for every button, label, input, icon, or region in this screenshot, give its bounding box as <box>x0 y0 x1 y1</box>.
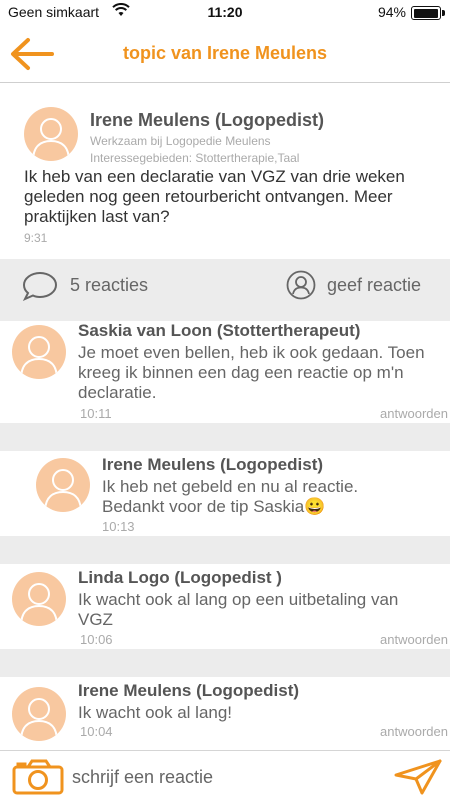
avatar <box>12 572 66 626</box>
post-author: Irene Meulens (Logopedist) <box>90 110 325 130</box>
post-time: 9:31 <box>24 231 48 245</box>
reply-input[interactable] <box>70 759 374 795</box>
reply-author: Saskia van Loon (Stottertherapeut) <box>78 321 361 340</box>
divider <box>0 649 450 677</box>
battery-percent: 94% <box>377 4 406 20</box>
avatar <box>12 687 66 741</box>
avatar <box>12 325 66 379</box>
reply-time: 10:11 <box>80 406 112 421</box>
answer-button[interactable]: antwoorden <box>380 724 448 739</box>
reply-item: Irene Meulens (Logopedist) Ik wacht ook … <box>0 677 450 750</box>
divider <box>0 536 450 564</box>
avatar <box>36 458 90 512</box>
reply-item: Irene Meulens (Logopedist) Ik heb net ge… <box>0 451 450 536</box>
camera-icon[interactable] <box>12 759 66 800</box>
reply-text: Ik wacht ook al lang op een uitbetaling … <box>78 590 399 629</box>
reply-text: Ik wacht ook al lang! <box>78 703 233 722</box>
reply-composer <box>0 750 450 801</box>
reply-author: Linda Logo (Logopedist ) <box>78 568 282 587</box>
answer-button[interactable]: antwoorden <box>380 632 448 647</box>
page-title: topic van Irene Meulens <box>122 43 328 63</box>
reply-time: 10:13 <box>102 519 135 534</box>
avatar <box>24 107 78 161</box>
divider <box>0 423 450 451</box>
battery-icon <box>411 6 445 20</box>
divider <box>0 311 450 321</box>
post-workplace: Werkzaam bij Logopedie Meulens <box>90 134 271 148</box>
navigation-bar: topic van Irene Meulens <box>0 26 450 83</box>
comments-count[interactable]: 5 reacties <box>70 275 148 296</box>
reply-item: Linda Logo (Logopedist ) Ik wacht ook al… <box>0 564 450 649</box>
status-bar: Geen simkaart 11:20 94% <box>0 0 450 26</box>
reply-author: Irene Meulens (Logopedist) <box>102 455 324 474</box>
reply-text: Je moet even bellen, heb ik ook gedaan. … <box>78 343 425 402</box>
post-interests: Interessegebieden: Stottertherapie,Taal <box>90 151 300 165</box>
topic-post: Irene Meulens (Logopedist) Werkzaam bij … <box>0 83 450 259</box>
user-circle-icon[interactable] <box>286 270 316 305</box>
send-icon[interactable] <box>394 759 442 800</box>
give-reply-button[interactable]: geef reactie <box>327 275 421 296</box>
reply-author: Irene Meulens (Logopedist) <box>78 681 300 700</box>
reply-time: 10:04 <box>80 724 113 739</box>
post-body: Ik heb van een declaratie van VGZ van dr… <box>24 167 405 226</box>
comment-bubble-icon[interactable] <box>22 271 58 306</box>
reply-time: 10:06 <box>80 632 113 647</box>
answer-button[interactable]: antwoorden <box>380 406 448 421</box>
post-actions: 5 reacties geef reactie <box>0 259 450 311</box>
reply-text: Ik heb net gebeld en nu al reactie. Beda… <box>102 477 359 516</box>
reply-item: Saskia van Loon (Stottertherapeut) Je mo… <box>0 321 450 423</box>
